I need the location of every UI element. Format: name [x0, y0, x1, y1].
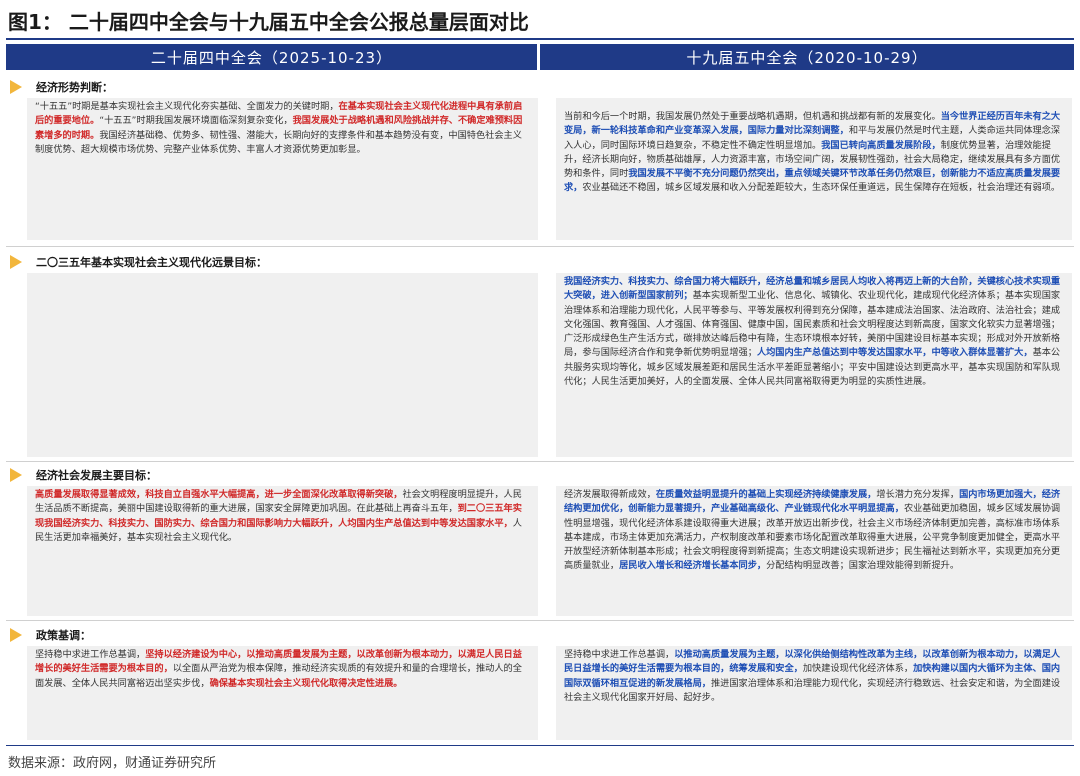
section-label: 二〇三五年基本实现社会主义现代化远景目标：	[36, 256, 267, 269]
section-header-economic-situation: 经济形势判断：	[6, 78, 113, 96]
body-text: 坚持稳中求进工作总基调，	[35, 649, 146, 660]
arrow-right-icon	[10, 80, 22, 94]
body-text: 坚持稳中求进工作总基调，	[564, 649, 675, 660]
figure-title: 图1： 二十届四中全会与十九届五中全会公报总量层面对比	[8, 10, 529, 34]
title-divider	[6, 38, 1074, 40]
content-right-policy-tone: 坚持稳中求进工作总基调，以推动高质量发展为主题，以深化供给侧结构性改革为主线，以…	[556, 646, 1072, 740]
body-text: 分配结构明显改善；国家治理效能得到新提升。	[766, 560, 960, 572]
section-divider	[6, 246, 1074, 247]
emphasis-red-text: 高质量发展取得显著成效，科技自立自强水平大幅提高，进一步全面深化改革取得新突破，	[35, 489, 403, 500]
content-left-2035-goals	[27, 273, 538, 457]
column-header-left: 二十届四中全会（2025-10-23）	[6, 44, 537, 70]
emphasis-red-text: 确保基本实现社会主义现代化取得决定性进展。	[209, 677, 403, 689]
section-label: 政策基调：	[36, 629, 91, 642]
body-text: “十五五”时期是基本实现社会主义现代化夯实基础、全面发力的关键时期，	[35, 101, 339, 112]
body-text: 加快建设现代化经济体系，	[802, 663, 914, 675]
column-header-right: 十九届五中全会（2020-10-29）	[540, 44, 1074, 70]
content-left-main-targets: 高质量发展取得显著成效，科技自立自强水平大幅提高，进一步全面深化改革取得新突破，…	[27, 486, 538, 616]
body-text: 当前和今后一个时期，我国发展仍然处于重要战略机遇期，但机遇和挑战都有新的发展变化…	[564, 111, 941, 122]
content-right-main-targets: 经济发展取得新成效，在质量效益明显提升的基础上实现经济持续健康发展，增长潜力充分…	[556, 486, 1072, 616]
body-text: 增长潜力充分发挥，	[876, 489, 960, 500]
emphasis-blue-text: 居民收入增长和经济增长基本同步，	[619, 560, 767, 572]
arrow-right-icon	[10, 255, 22, 269]
content-right-economic-situation: 当前和今后一个时期，我国发展仍然处于重要战略机遇期，但机遇和挑战都有新的发展变化…	[556, 98, 1072, 240]
emphasis-blue-text: 人均国内生产总值达到中等发达国家水平，中等收入群体显著扩大，	[756, 347, 1033, 359]
body-text: 我国经济基础稳、优势多、韧性强、潜能大，长期向好的支撑条件和基本趋势没有变，中国…	[35, 129, 522, 155]
emphasis-blue-text: 在质量效益明显提升的基础上实现经济持续健康发展，	[655, 489, 877, 500]
body-text: 经济发展取得新成效，	[564, 489, 656, 500]
content-left-economic-situation: “十五五”时期是基本实现社会主义现代化夯实基础、全面发力的关键时期，在基本实现社…	[27, 98, 538, 240]
section-divider	[6, 461, 1074, 462]
section-header-main-targets: 经济社会发展主要目标：	[6, 466, 157, 484]
data-source: 数据来源：政府网，财通证券研究所	[8, 756, 217, 771]
section-divider	[6, 620, 1074, 621]
content-left-policy-tone: 坚持稳中求进工作总基调，坚持以经济建设为中心，以推动高质量发展为主题，以改革创新…	[27, 646, 538, 740]
arrow-right-icon	[10, 628, 22, 642]
section-header-2035-goals: 二〇三五年基本实现社会主义现代化远景目标：	[6, 253, 267, 271]
body-text: “十五五”时期我国发展环境面临深刻复杂变化，	[99, 115, 293, 127]
body-text: 农业基础还不稳固，城乡区域发展和收入分配差距较大，生态环保任重道远，民生保障存在…	[582, 182, 1061, 194]
section-label: 经济形势判断：	[36, 81, 113, 94]
bottom-divider	[6, 745, 1074, 746]
arrow-right-icon	[10, 468, 22, 482]
emphasis-blue-text: 我国已转向高质量发展阶段，	[821, 139, 941, 151]
content-right-2035-goals: 我国经济实力、科技实力、综合国力将大幅跃升，经济总量和城乡居民人均收入将再迈上新…	[556, 273, 1072, 457]
section-label: 经济社会发展主要目标：	[36, 469, 157, 482]
section-header-policy-tone: 政策基调：	[6, 626, 91, 644]
